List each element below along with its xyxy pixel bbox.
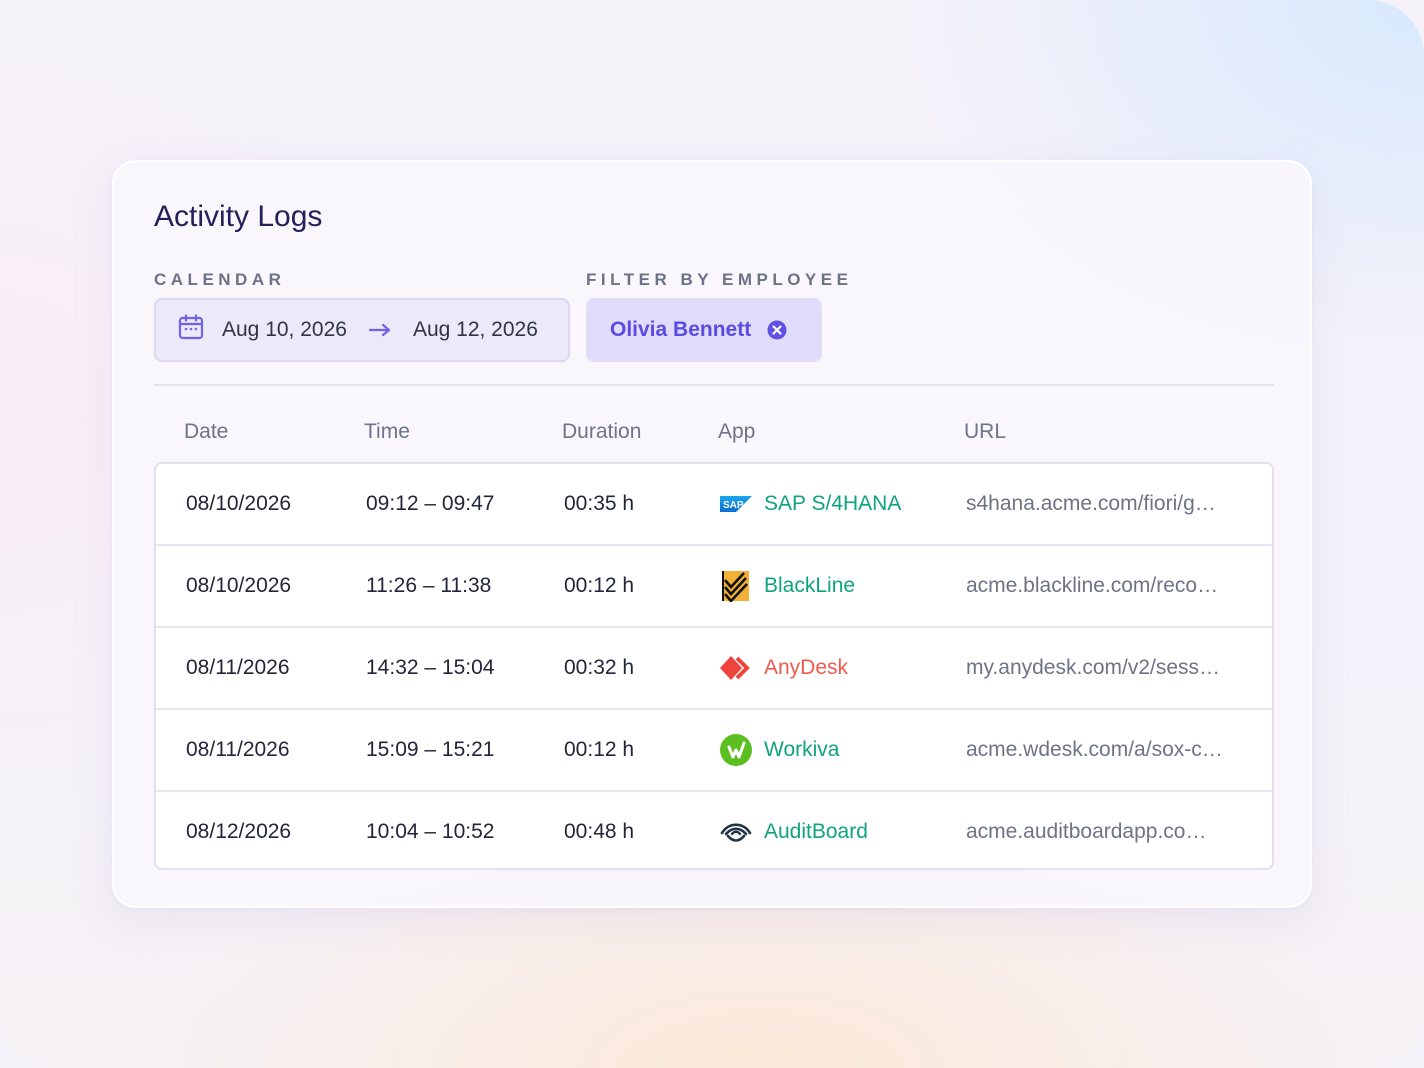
table-row[interactable]: 08/11/2026 15:09 – 15:21 00:12 h Workiva… xyxy=(156,710,1272,792)
column-header-date[interactable]: Date xyxy=(184,420,228,444)
anydesk-logo-icon xyxy=(720,652,752,684)
calendar-label: CALENDAR xyxy=(154,270,286,289)
cell-time: 14:32 – 15:04 xyxy=(366,656,495,679)
cell-url[interactable]: s4hana.acme.com/fiori/g… xyxy=(966,464,1246,544)
cell-date: 08/11/2026 xyxy=(186,656,290,679)
app-name: BlackLine xyxy=(764,574,856,597)
cell-app: SAP SAP S/4HANA xyxy=(720,464,901,544)
app-name: Workiva xyxy=(764,738,840,761)
cell-duration: 00:32 h xyxy=(564,656,635,679)
date-range-picker[interactable]: Aug 10, 2026 Aug 12, 2026 xyxy=(154,298,570,362)
table-row[interactable]: 08/12/2026 10:04 – 10:52 00:48 h AuditBo… xyxy=(156,792,1272,868)
cell-time: 10:04 – 10:52 xyxy=(366,820,495,843)
cell-time: 15:09 – 15:21 xyxy=(366,738,495,761)
column-header-duration[interactable]: Duration xyxy=(562,420,641,444)
auditboard-logo-icon xyxy=(720,816,752,848)
cell-duration: 00:35 h xyxy=(564,492,635,515)
cell-duration: 00:12 h xyxy=(564,574,635,597)
app-name: AuditBoard xyxy=(764,820,868,843)
clear-filter-icon[interactable] xyxy=(767,320,787,340)
cell-time: 11:26 – 11:38 xyxy=(366,574,492,597)
cell-app: Workiva xyxy=(720,710,839,790)
activity-logs-card: Activity Logs CALENDAR FILTER BY EMPLOYE… xyxy=(112,160,1312,908)
activity-table: 08/10/2026 09:12 – 09:47 00:35 h SAP SAP… xyxy=(154,462,1274,870)
cell-date: 08/11/2026 xyxy=(186,738,290,761)
cell-date: 08/12/2026 xyxy=(186,820,292,843)
column-header-url[interactable]: URL xyxy=(964,420,1006,444)
blackline-logo-icon xyxy=(720,570,752,602)
table-row[interactable]: 08/11/2026 14:32 – 15:04 00:32 h AnyDesk… xyxy=(156,628,1272,710)
table-row[interactable]: 08/10/2026 11:26 – 11:38 00:12 h BlackLi… xyxy=(156,546,1272,628)
employee-filter-label: FILTER BY EMPLOYEE xyxy=(586,270,853,289)
table-header: Date Time Duration App URL xyxy=(154,420,1274,450)
cell-url[interactable]: my.anydesk.com/v2/sess… xyxy=(966,628,1246,708)
cell-date: 08/10/2026 xyxy=(186,492,292,515)
cell-url[interactable]: acme.auditboardapp.co… xyxy=(966,792,1246,868)
cell-duration: 00:12 h xyxy=(564,738,635,761)
table-row[interactable]: 08/10/2026 09:12 – 09:47 00:35 h SAP SAP… xyxy=(156,464,1272,546)
app-name: AnyDesk xyxy=(764,656,849,679)
divider xyxy=(154,384,1274,386)
calendar-icon xyxy=(178,314,204,346)
cell-url[interactable]: acme.blackline.com/reco… xyxy=(966,546,1246,626)
background-frame: Activity Logs CALENDAR FILTER BY EMPLOYE… xyxy=(0,0,1424,1068)
workiva-logo-icon xyxy=(720,734,752,766)
cell-date: 08/10/2026 xyxy=(186,574,292,597)
cell-app: AnyDesk xyxy=(720,628,848,708)
cell-duration: 00:48 h xyxy=(564,820,635,843)
sap-logo-icon: SAP xyxy=(720,488,752,520)
date-from: Aug 10, 2026 xyxy=(222,318,347,341)
employee-filter-chip[interactable]: Olivia Bennett xyxy=(586,298,822,362)
app-name: SAP S/4HANA xyxy=(764,492,902,515)
page-title: Activity Logs xyxy=(154,200,323,233)
cell-time: 09:12 – 09:47 xyxy=(366,492,495,515)
cell-app: AuditBoard xyxy=(720,792,868,868)
column-header-time[interactable]: Time xyxy=(364,420,410,444)
column-header-app[interactable]: App xyxy=(718,420,755,444)
svg-text:SAP: SAP xyxy=(723,500,744,511)
date-to: Aug 12, 2026 xyxy=(412,318,538,341)
arrow-right-icon xyxy=(368,323,391,337)
employee-name: Olivia Bennett xyxy=(610,318,752,341)
cell-url[interactable]: acme.wdesk.com/a/sox-c… xyxy=(966,710,1246,790)
cell-app: BlackLine xyxy=(720,546,855,626)
